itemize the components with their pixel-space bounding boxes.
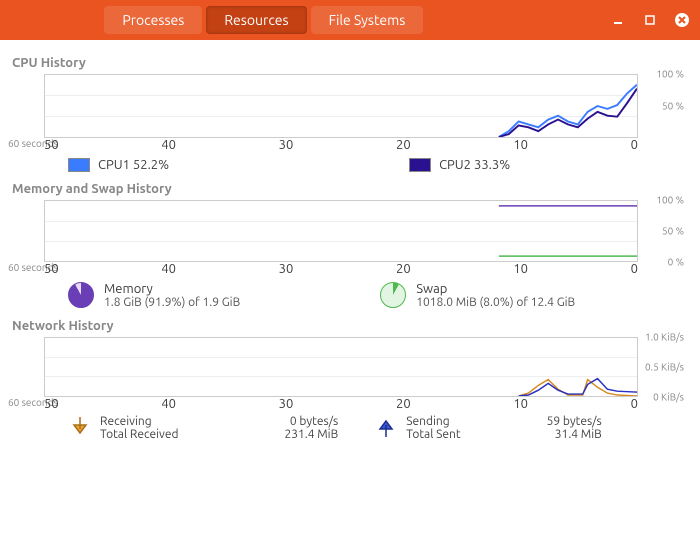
- net-x-axis: 60 seconds 50403020100: [8, 397, 638, 411]
- tab-bar: Processes Resources File Systems: [102, 6, 425, 34]
- net-section-title: Network History: [12, 319, 688, 333]
- tab-filesystems[interactable]: File Systems: [311, 6, 424, 34]
- minimize-button[interactable]: [610, 12, 626, 28]
- mem-section-title: Memory and Swap History: [12, 182, 688, 196]
- memory-pie-icon: [68, 282, 94, 308]
- download-arrow-icon: [68, 415, 92, 439]
- memory-pie-item[interactable]: Memory1.8 GiB (91.9%) of 1.9 GiB: [68, 282, 240, 309]
- titlebar: Processes Resources File Systems: [0, 0, 700, 40]
- mem-legend: Memory1.8 GiB (91.9%) of 1.9 GiB Swap101…: [68, 282, 688, 309]
- net-send-values: 59 bytes/s31.4 MiB: [547, 415, 602, 441]
- net-lines: [45, 338, 637, 396]
- cpu2-swatch: [409, 158, 431, 172]
- cpu-chart: [44, 74, 638, 138]
- net-legend: ReceivingTotal Received 0 bytes/s231.4 M…: [68, 415, 688, 441]
- upload-arrow-icon: [374, 415, 398, 439]
- window-controls: [610, 12, 690, 28]
- cpu1-swatch: [68, 158, 90, 172]
- maximize-button[interactable]: [642, 12, 658, 28]
- cpu-y-labels: 100 % 50 %: [640, 74, 684, 138]
- mem-y-labels: 100 % 50 % 0 %: [640, 200, 684, 262]
- cpu-chart-wrap: 100 % 50 %: [44, 74, 638, 138]
- swap-pie-item[interactable]: Swap1018.0 MiB (8.0%) of 12.4 GiB: [380, 282, 575, 309]
- cpu2-legend[interactable]: CPU2 33.3%: [409, 158, 510, 172]
- net-send-item[interactable]: SendingTotal Sent: [374, 415, 460, 441]
- content: CPU History 100 % 50 % 60 seconds 504030…: [0, 40, 700, 449]
- cpu-x-axis: 60 seconds 50403020100: [8, 138, 638, 152]
- cpu-lines: [45, 75, 637, 137]
- close-button[interactable]: [674, 12, 690, 28]
- net-chart: [44, 337, 638, 397]
- tab-resources[interactable]: Resources: [206, 6, 306, 34]
- net-y-labels: 1.0 KiB/s 0.5 KiB/s 0 KiB/s: [640, 337, 684, 397]
- tab-processes[interactable]: Processes: [104, 6, 202, 34]
- swap-pie-icon: [380, 282, 406, 308]
- net-chart-wrap: 1.0 KiB/s 0.5 KiB/s 0 KiB/s: [44, 337, 638, 397]
- mem-lines: [45, 201, 637, 261]
- net-recv-item[interactable]: ReceivingTotal Received: [68, 415, 178, 441]
- mem-chart-wrap: 100 % 50 % 0 %: [44, 200, 638, 262]
- cpu1-legend[interactable]: CPU1 52.2%: [68, 158, 169, 172]
- mem-chart: [44, 200, 638, 262]
- net-recv-values: 0 bytes/s231.4 MiB: [284, 415, 338, 441]
- mem-x-axis: 60 seconds 50403020100: [8, 262, 638, 276]
- cpu-legend: CPU1 52.2% CPU2 33.3%: [68, 158, 688, 172]
- cpu-section-title: CPU History: [12, 56, 688, 70]
